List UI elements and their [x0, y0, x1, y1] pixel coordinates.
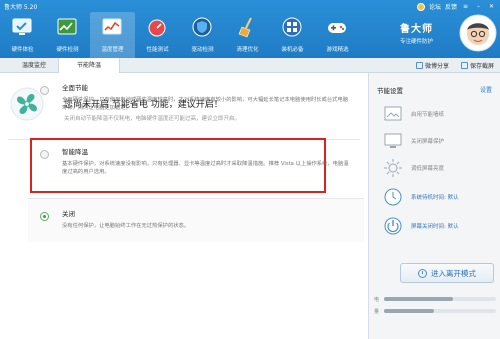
- menu-icon[interactable]: ≡: [461, 2, 470, 11]
- screenshot-label: 保存截屏: [469, 63, 494, 70]
- driver-shield-icon: [192, 17, 212, 37]
- tab-temperature-monitor[interactable]: 温度监控: [10, 58, 58, 73]
- monitor-check-icon: [12, 18, 32, 35]
- camera-icon: [460, 62, 468, 69]
- gamepad-icon: [328, 23, 346, 33]
- nav-item-performance[interactable]: 性能测试: [135, 12, 180, 58]
- option-title: 智能降温: [62, 148, 88, 156]
- sidebar-item-label: 调低屏幕亮度: [411, 166, 445, 172]
- nav-item-cleanup[interactable]: 清理优化: [225, 12, 270, 58]
- main-nav: 硬件体检 硬件检测 温度管理 性能测试 驱动检测 清理优化 装机必备 游戏精选: [0, 12, 360, 58]
- feedback-link[interactable]: 反馈: [445, 2, 457, 11]
- nav-label: 清理优化: [236, 47, 259, 53]
- settings-link[interactable]: 设置: [480, 85, 492, 94]
- sidebar-item-screen-off[interactable]: 屏幕关闭时间: 默认: [383, 213, 495, 239]
- mascot-avatar-icon[interactable]: [459, 14, 497, 52]
- sub-tab-bar: 温度监控 节能降温 微博分享 保存截屏: [0, 58, 500, 74]
- nav-label: 驱动检测: [191, 47, 214, 53]
- minimize-icon[interactable]: –: [474, 2, 483, 11]
- clock-icon: [384, 188, 402, 206]
- brightness-icon: [384, 159, 402, 177]
- option-desc: 没有任何保护，让电脑始终工作在无过热保护的状态。: [62, 223, 190, 229]
- nav-label: 游戏精选: [326, 47, 349, 53]
- forum-link[interactable]: 论坛: [429, 2, 441, 11]
- nav-item-hardware-detect[interactable]: 硬件检测: [45, 12, 90, 58]
- sidebar-item-brightness[interactable]: 调低屏幕亮度: [383, 155, 495, 181]
- sidebar-item-wallpaper[interactable]: 启用节能墙纸: [383, 101, 495, 127]
- enter-away-mode-button[interactable]: 进入离开模式: [400, 263, 494, 283]
- meter-track: [384, 309, 496, 313]
- weibo-share-button[interactable]: 微博分享: [415, 61, 449, 70]
- sidebar-heading: 节能设置: [377, 87, 403, 95]
- image-icon: [384, 106, 402, 121]
- save-screenshot-button[interactable]: 保存截屏: [460, 61, 494, 70]
- option-title: 关闭: [62, 210, 75, 218]
- meter-label: 电: [374, 297, 380, 303]
- nav-label: 装机必备: [281, 47, 304, 53]
- window-controls: 论坛 反馈 ≡ – ✕: [416, 2, 496, 11]
- sidebar-item-standby[interactable]: 系统待机时间: 默认: [383, 184, 495, 210]
- app-title: 鲁大师 5.20: [4, 4, 38, 11]
- nav-item-temperature[interactable]: 温度管理: [90, 12, 135, 58]
- meter-fill: [384, 309, 435, 313]
- fan-icon: [10, 87, 44, 121]
- meter-row: 量: [374, 309, 496, 315]
- radio-full-saving[interactable]: [40, 86, 49, 95]
- option-desc: 基本硬件保护，对系统速度没有影响，只有处理器、显卡等温度过高时才采取降温措施。推…: [62, 161, 349, 175]
- tab-energy-saving[interactable]: 节能降温: [58, 58, 120, 74]
- brand-name: 鲁大师: [400, 24, 433, 35]
- hardware-chart-icon: [57, 18, 77, 35]
- enter-away-mode-label: 进入离开模式: [431, 268, 476, 278]
- nav-label: 性能测试: [146, 47, 169, 53]
- brand-slogan: 专注硬件防护: [400, 39, 434, 45]
- option-smart-cooling[interactable]: 智能降温 基本硬件保护，对系统速度没有影响，只有处理器、显卡等温度过高时才采取降…: [40, 146, 360, 176]
- option-desc: 全面硬件保护，只有使用电池或硬件温度较高时，才对系统速度有较小的影响，可大幅延长…: [62, 97, 349, 111]
- sub-actions: 微博分享 保存截屏: [415, 61, 494, 70]
- speedometer-icon: [148, 19, 166, 37]
- share-label: 微博分享: [424, 63, 449, 70]
- top-bar: 鲁大师 5.20 硬件体检 硬件检测 温度管理 性能测试 驱动检测 清理优化 装…: [0, 0, 500, 58]
- broom-icon: [238, 17, 252, 38]
- nav-label: 硬件检测: [56, 47, 79, 53]
- temperature-chart-icon: [102, 18, 122, 35]
- nav-label: 温度管理: [101, 47, 124, 53]
- nav-item-games[interactable]: 游戏精选: [315, 12, 360, 58]
- sidebar-item-label: 关闭屏幕保护: [411, 139, 445, 145]
- page-subline: 关闭自动节能降温不仅耗电，电脑硬件温度还可能过高，建议立即开启。: [64, 116, 241, 122]
- nav-item-essentials[interactable]: 装机必备: [270, 12, 315, 58]
- share-icon: [415, 62, 423, 69]
- coin-icon[interactable]: [416, 2, 425, 11]
- power-icon: [384, 217, 402, 235]
- monitor-icon: [384, 133, 402, 148]
- meter-label: 量: [374, 309, 380, 315]
- option-full-saving[interactable]: 全面节能 全面硬件保护，只有使用电池或硬件温度较高时，才对系统速度有较小的影响，…: [40, 82, 360, 112]
- sidebar-item-label: 启用节能墙纸: [411, 112, 445, 118]
- meter-track: [384, 297, 496, 301]
- meter-row: 电: [374, 297, 496, 303]
- clock-icon: [418, 268, 427, 278]
- radio-smart-cooling[interactable]: [40, 150, 49, 159]
- close-icon[interactable]: ✕: [487, 2, 496, 11]
- sidebar-item-screensaver[interactable]: 关闭屏幕保护: [383, 128, 495, 154]
- meter-fill: [384, 297, 454, 301]
- radio-off[interactable]: [40, 212, 49, 221]
- nav-item-driver[interactable]: 驱动检测: [180, 12, 225, 58]
- option-off[interactable]: 关闭 没有任何保护，让电脑始终工作在无过热保护的状态。: [40, 208, 360, 230]
- sidebar-item-label: 屏幕关闭时间: 默认: [411, 224, 459, 230]
- nav-item-hardware-checkup[interactable]: 硬件体检: [0, 12, 45, 58]
- nav-label: 硬件体检: [11, 47, 34, 53]
- sidebar-item-label: 系统待机时间: 默认: [411, 195, 459, 201]
- option-title: 全面节能: [62, 84, 88, 92]
- app-store-icon: [282, 17, 302, 37]
- brand: 鲁大师 专注硬件防护: [400, 20, 433, 45]
